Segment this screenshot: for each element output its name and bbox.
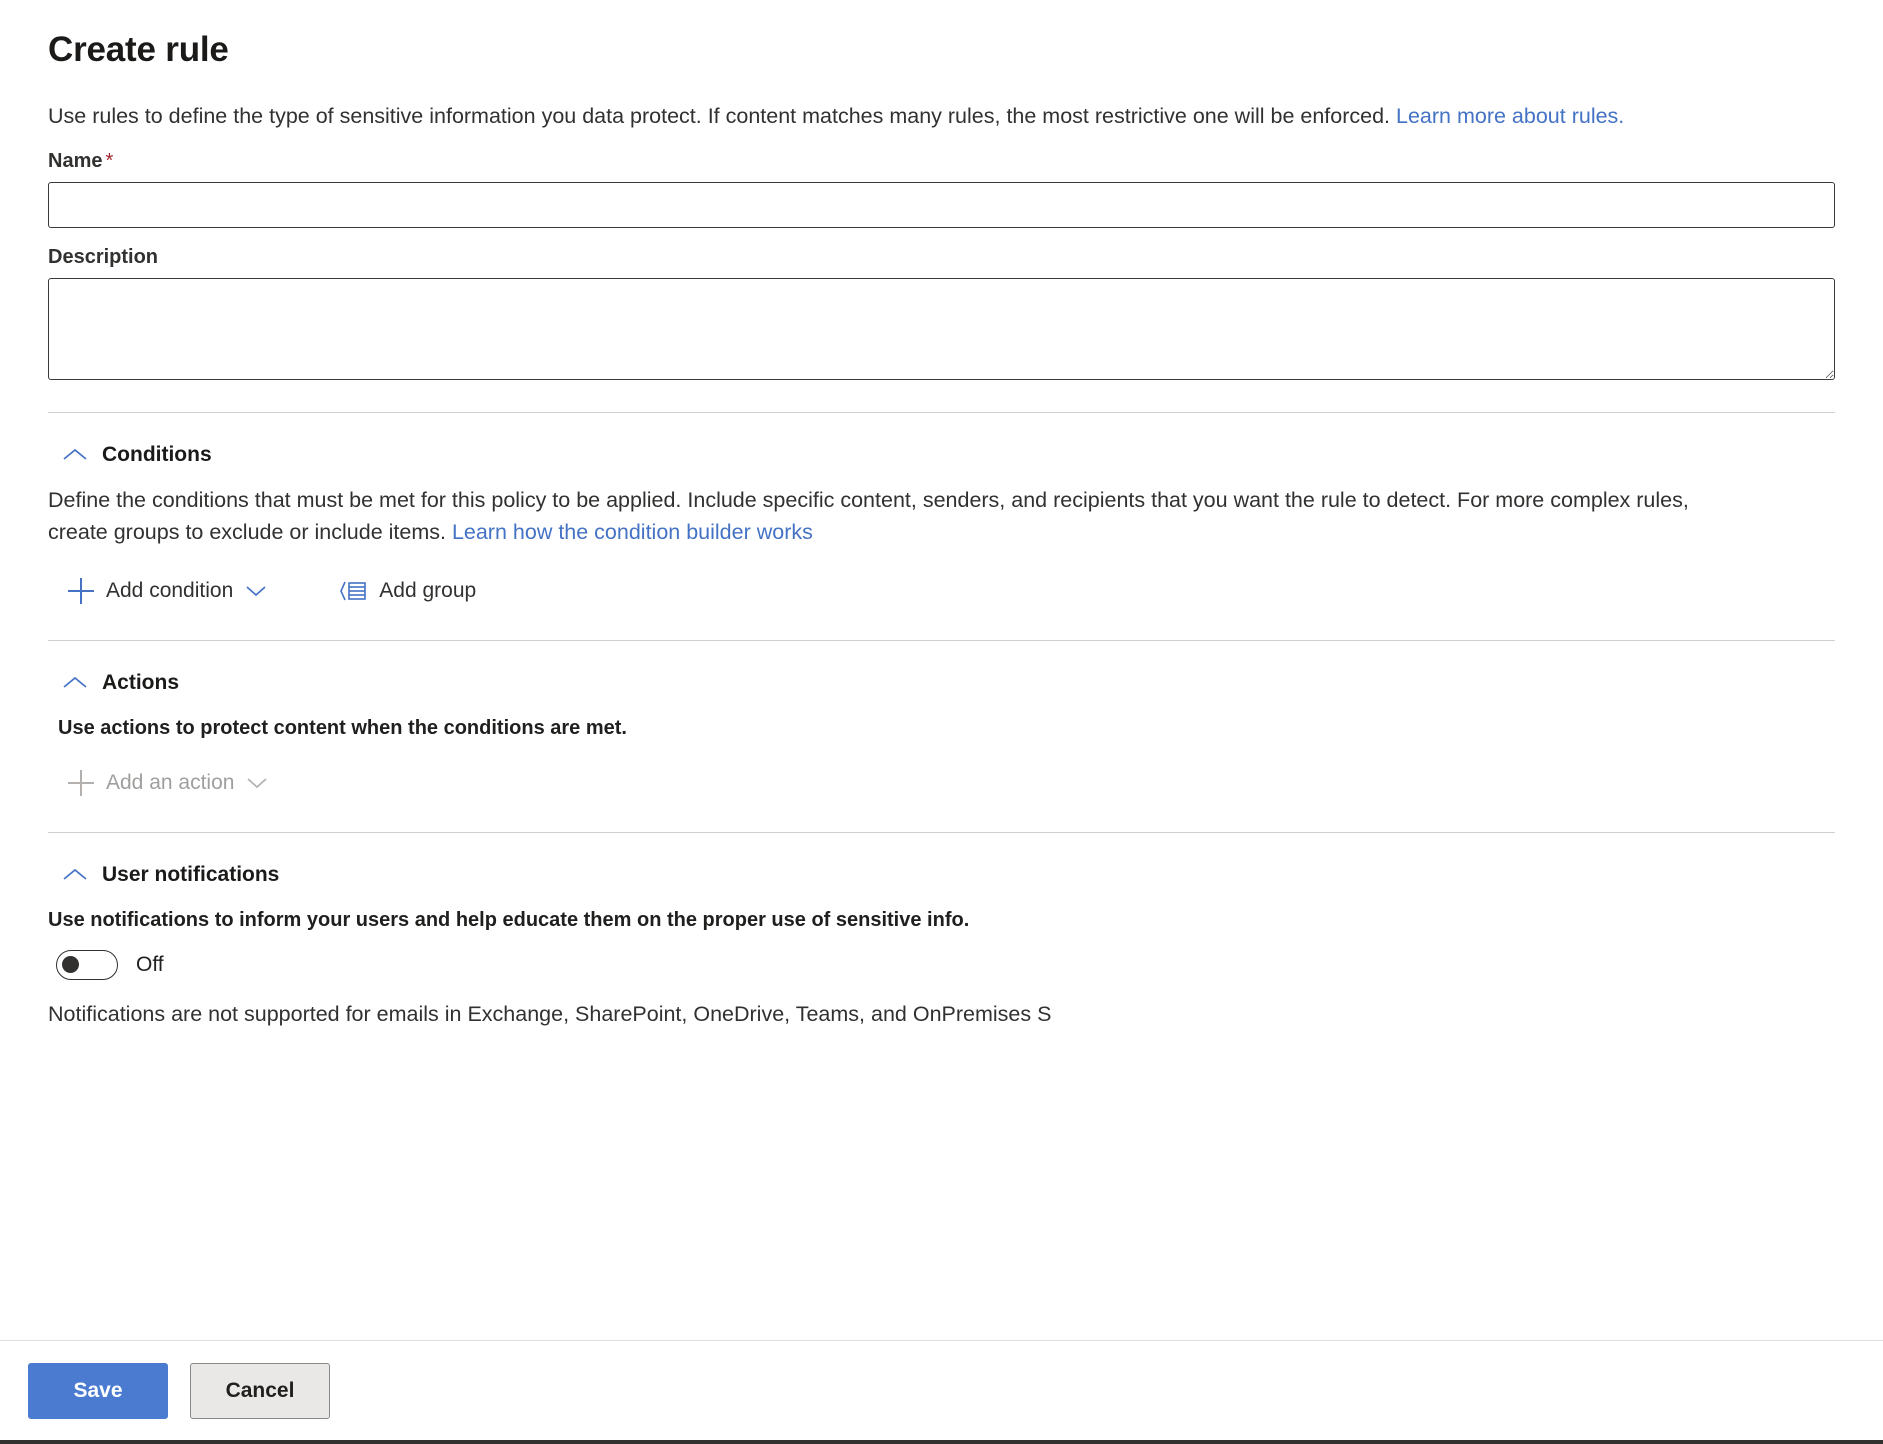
conditions-title: Conditions bbox=[102, 443, 212, 467]
add-condition-label: Add condition bbox=[106, 579, 233, 603]
add-an-action-label: Add an action bbox=[106, 771, 234, 795]
actions-description: Use actions to protect content when the … bbox=[58, 717, 1835, 740]
divider-conditions bbox=[48, 412, 1835, 413]
conditions-command-row: Add condition Add group bbox=[62, 574, 1835, 608]
plus-icon bbox=[68, 770, 94, 796]
name-field-label: Name* bbox=[48, 150, 1835, 173]
chevron-up-icon bbox=[62, 867, 88, 883]
required-asterisk: * bbox=[105, 150, 113, 172]
toggle-knob bbox=[62, 956, 79, 973]
chevron-up-icon bbox=[62, 447, 88, 463]
chevron-down-icon bbox=[246, 776, 268, 790]
user-notifications-section-header[interactable]: User notifications bbox=[62, 863, 279, 887]
toggle-state-label: Off bbox=[136, 953, 164, 977]
chevron-down-icon bbox=[245, 584, 267, 598]
page-title: Create rule bbox=[48, 29, 1835, 71]
panel-footer: Save Cancel bbox=[0, 1340, 1883, 1440]
description-textarea[interactable] bbox=[48, 278, 1835, 380]
conditions-section-header[interactable]: Conditions bbox=[62, 443, 212, 467]
description-field-label: Description bbox=[48, 246, 1835, 269]
user-notifications-title: User notifications bbox=[102, 863, 279, 887]
add-group-button[interactable]: Add group bbox=[333, 575, 482, 607]
user-notifications-description: Use notifications to inform your users a… bbox=[48, 909, 1835, 932]
plus-icon bbox=[68, 578, 94, 604]
divider-actions bbox=[48, 640, 1835, 641]
panel-intro-text: Use rules to define the type of sensitiv… bbox=[48, 100, 1708, 132]
actions-command-row: Add an action bbox=[62, 766, 1835, 800]
add-condition-button[interactable]: Add condition bbox=[62, 574, 273, 608]
conditions-description-text: Define the conditions that must be met f… bbox=[48, 488, 1689, 544]
actions-section-header[interactable]: Actions bbox=[62, 671, 179, 695]
add-an-action-button[interactable]: Add an action bbox=[62, 766, 274, 800]
cancel-button[interactable]: Cancel bbox=[190, 1363, 330, 1419]
add-group-icon bbox=[339, 579, 367, 603]
divider-user-notifications bbox=[48, 832, 1835, 833]
conditions-description: Define the conditions that must be met f… bbox=[48, 484, 1748, 548]
user-notifications-note: Notifications are not supported for emai… bbox=[48, 998, 1835, 1030]
window-bottom-edge bbox=[0, 1440, 1883, 1444]
add-group-label: Add group bbox=[379, 579, 476, 603]
chevron-up-icon bbox=[62, 675, 88, 691]
intro-text: Use rules to define the type of sensitiv… bbox=[48, 104, 1396, 128]
actions-title: Actions bbox=[102, 671, 179, 695]
create-rule-panel: Create rule Use rules to define the type… bbox=[0, 0, 1883, 1444]
learn-more-about-rules-link[interactable]: Learn more about rules. bbox=[1396, 104, 1624, 128]
user-notifications-toggle-row: Off bbox=[56, 950, 1835, 980]
name-label-text: Name bbox=[48, 150, 102, 172]
name-input[interactable] bbox=[48, 182, 1835, 228]
condition-builder-link[interactable]: Learn how the condition builder works bbox=[452, 520, 813, 544]
user-notifications-toggle[interactable] bbox=[56, 950, 118, 980]
panel-content: Create rule Use rules to define the type… bbox=[0, 0, 1883, 1340]
save-button[interactable]: Save bbox=[28, 1363, 168, 1419]
